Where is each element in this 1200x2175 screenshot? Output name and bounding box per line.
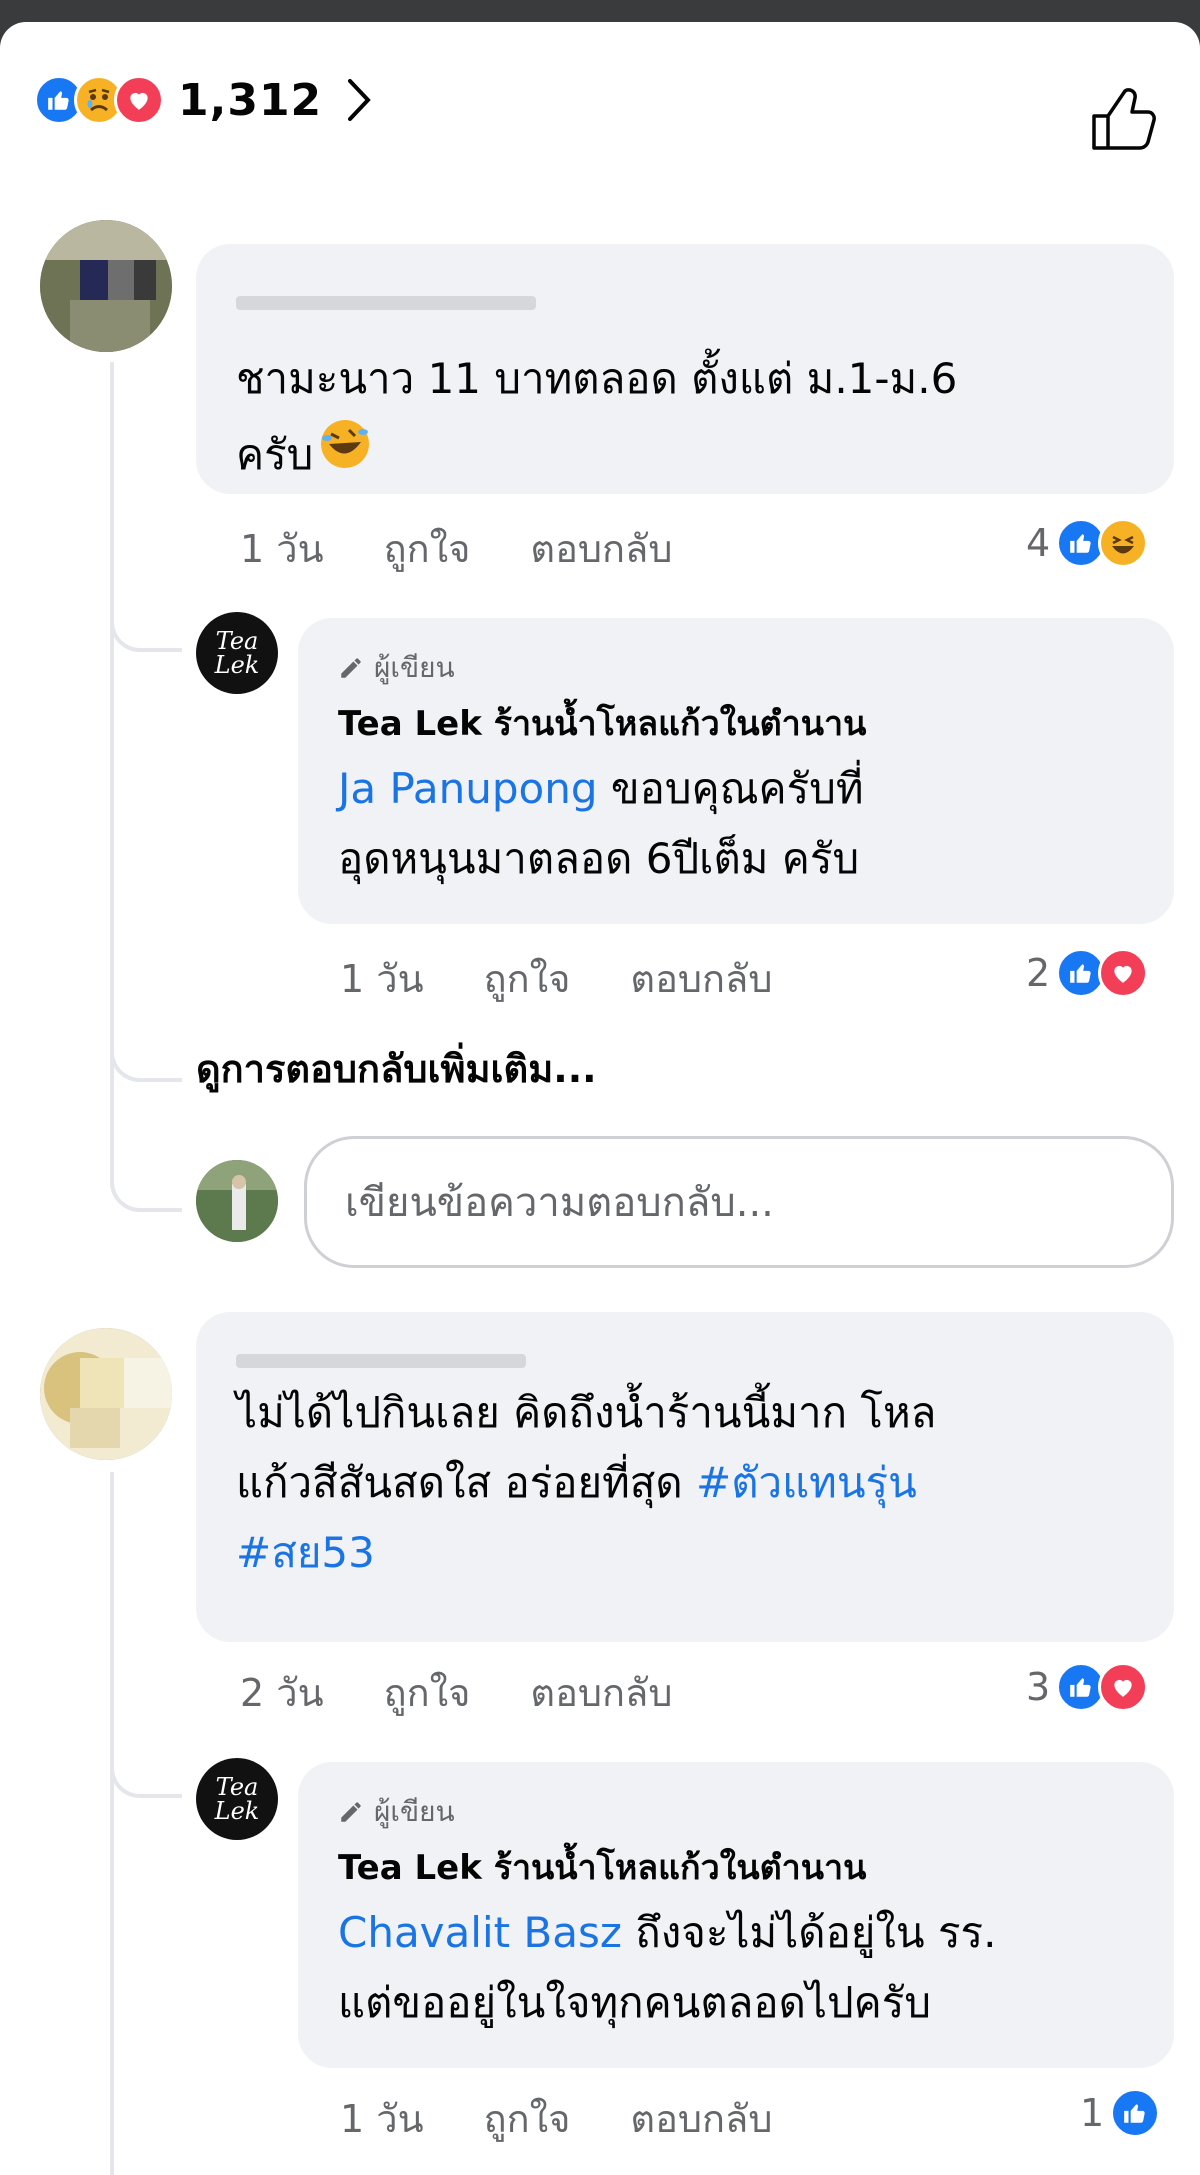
reply-line-text: ขอบคุณครับที่ — [597, 764, 864, 813]
mention-link[interactable]: Ja Panupong — [338, 764, 598, 813]
thread-line — [110, 1472, 114, 2175]
comment-line: #สย53 — [236, 1518, 1134, 1588]
author-badge-label: ผู้เขียน — [374, 651, 455, 684]
page-name[interactable]: Tea Lek ร้านน้ำโหลแก้วในตำนาน — [338, 1840, 1134, 1894]
reply-actions: 1 วัน ถูกใจ ตอบกลับ — [340, 2088, 772, 2149]
comment-line: ไม่ได้ไปกินเลย คิดถึงน้ำร้านนี้มาก โหล — [236, 1388, 937, 1437]
reaction-count: 3 — [1026, 1665, 1051, 1709]
author-name-redacted[interactable] — [236, 296, 536, 310]
thread-connector — [110, 1758, 182, 1798]
thread-connector — [110, 1172, 182, 1212]
reply-line: Chavalit Basz ถึงจะไม่ได้อยู่ใน รร. — [338, 1898, 1134, 1968]
thread-connector — [110, 1042, 182, 1082]
reply-button[interactable]: ตอบกลับ — [630, 2088, 772, 2149]
author-badge: ผู้เขียน — [338, 1790, 1134, 1834]
pencil-icon — [341, 1802, 361, 1822]
reply-line: อุดหนุนมาตลอด 6ปีเต็ม ครับ — [338, 834, 860, 883]
page-avatar-text: Tea Lek — [215, 629, 260, 677]
page-avatar-text: Tea Lek — [215, 1775, 260, 1823]
author-badge: ผู้เขียน — [338, 646, 1134, 690]
comment-actions: 1 วัน ถูกใจ ตอบกลับ — [240, 518, 672, 579]
laughing-emoji-icon — [315, 414, 375, 495]
page-avatar[interactable]: Tea Lek — [196, 612, 278, 694]
like-button[interactable]: ถูกใจ — [484, 2088, 571, 2149]
page-avatar[interactable]: Tea Lek — [196, 1758, 278, 1840]
reply-input[interactable]: เขียนข้อความตอบกลับ... — [304, 1136, 1174, 1268]
reply-button[interactable]: ตอบกลับ — [530, 1662, 672, 1723]
reply-bubble: ผู้เขียน Tea Lek ร้านน้ำโหลแก้วในตำนาน J… — [298, 618, 1174, 924]
comment-text: ไม่ได้ไปกินเลย คิดถึงน้ำร้านนี้มาก โหล แ… — [236, 1378, 1134, 1588]
reply-reactions[interactable]: 2 — [1026, 948, 1149, 998]
reaction-count: 2 — [1026, 951, 1051, 995]
comment-actions: 2 วัน ถูกใจ ตอบกลับ — [240, 1662, 672, 1723]
reaction-count: 1 — [1080, 2091, 1105, 2135]
like-button[interactable]: ถูกใจ — [384, 518, 471, 579]
comment-line: แก้วสีสันสดใส อร่อยที่สุด #ตัวแทนรุ่น — [236, 1448, 1134, 1518]
reply-button[interactable]: ตอบกลับ — [530, 518, 672, 579]
comment-text: ชามะนาว 11 บาทตลอด ตั้งแต่ ม.1-ม.6 ครับ — [236, 344, 1134, 495]
page-avatar-line: Lek — [214, 651, 260, 679]
reply-actions: 1 วัน ถูกใจ ตอบกลับ — [340, 948, 772, 1009]
thread-connector — [110, 612, 182, 652]
reply-time[interactable]: 1 วัน — [340, 2088, 424, 2149]
chevron-right-icon[interactable] — [346, 70, 386, 130]
mention-link[interactable]: Chavalit Basz — [338, 1908, 622, 1957]
reply-line-text: ถึงจะไม่ได้อยู่ใน รร. — [621, 1908, 997, 1957]
love-icon — [1098, 1662, 1149, 1712]
comment-line: ชามะนาว 11 บาทตลอด ตั้งแต่ ม.1-ม.6 — [236, 354, 958, 403]
comment-bubble: ชามะนาว 11 บาทตลอด ตั้งแต่ ม.1-ม.6 ครับ — [196, 244, 1174, 494]
reaction-total: 1,312 — [178, 74, 323, 126]
hashtag-link[interactable]: #ตัวแทนรุ่น — [696, 1458, 917, 1507]
comment-time[interactable]: 2 วัน — [240, 1662, 324, 1723]
page-name[interactable]: Tea Lek ร้านน้ำโหลแก้วในตำนาน — [338, 696, 1134, 750]
like-outline-icon[interactable] — [1088, 84, 1158, 154]
reply-button[interactable]: ตอบกลับ — [630, 948, 772, 1009]
reactions-summary[interactable]: 1,312 — [34, 70, 386, 130]
avatar[interactable] — [40, 1328, 172, 1460]
current-user-avatar — [196, 1160, 278, 1242]
haha-icon — [1098, 518, 1149, 568]
view-more-replies[interactable]: ดูการตอบกลับเพิ่มเติม... — [196, 1038, 597, 1099]
author-name-redacted[interactable] — [236, 1354, 526, 1368]
comment-reactions[interactable]: 4 — [1026, 518, 1149, 568]
comments-panel: 1,312 ชามะนาว 11 บาทตลอด ตั้งแต่ ม.1-ม.6… — [0, 22, 1200, 2175]
like-icon — [1110, 2088, 1161, 2138]
reply-text: Chavalit Basz ถึงจะไม่ได้อยู่ใน รร. แต่ข… — [338, 1898, 1134, 2038]
reply-reactions[interactable]: 1 — [1080, 2088, 1161, 2138]
like-button[interactable]: ถูกใจ — [384, 1662, 471, 1723]
comment-time[interactable]: 1 วัน — [240, 518, 324, 579]
love-icon — [114, 75, 164, 125]
like-button[interactable]: ถูกใจ — [484, 948, 571, 1009]
love-icon — [1098, 948, 1149, 998]
avatar[interactable] — [40, 220, 172, 352]
reply-time[interactable]: 1 วัน — [340, 948, 424, 1009]
author-badge-label: ผู้เขียน — [374, 1795, 455, 1828]
reply-text: Ja Panupong ขอบคุณครับที่ อุดหนุนมาตลอด … — [338, 754, 1134, 894]
comment-reactions[interactable]: 3 — [1026, 1662, 1149, 1712]
reply-bubble: ผู้เขียน Tea Lek ร้านน้ำโหลแก้วในตำนาน C… — [298, 1762, 1174, 2068]
comment-bubble: ไม่ได้ไปกินเลย คิดถึงน้ำร้านนี้มาก โหล แ… — [196, 1312, 1174, 1642]
comment-line: ครับ — [236, 414, 1134, 495]
hashtag-link[interactable]: #สย53 — [236, 1528, 375, 1577]
page-avatar-line: Lek — [214, 1797, 260, 1825]
reply-line: แต่ขออยู่ในใจทุกคนตลอดไปครับ — [338, 1978, 931, 2027]
reply-line: Ja Panupong ขอบคุณครับที่ — [338, 754, 1134, 824]
reaction-count: 4 — [1026, 521, 1051, 565]
comment-line-text: ครับ — [236, 429, 314, 479]
pencil-icon — [341, 658, 361, 678]
comment-line-text: แก้วสีสันสดใส อร่อยที่สุด — [236, 1458, 697, 1507]
